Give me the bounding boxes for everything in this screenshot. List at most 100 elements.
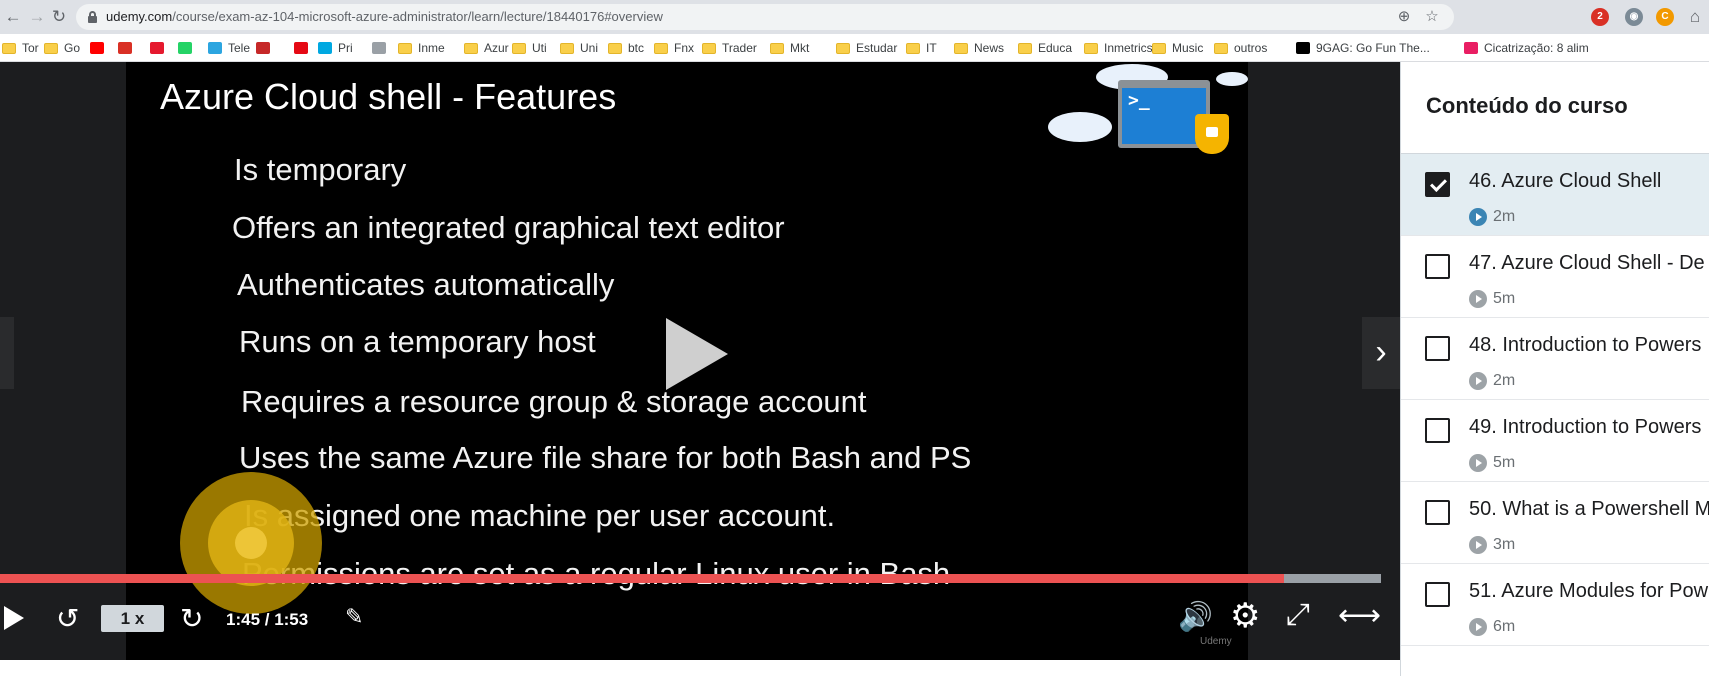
fullscreen-icon[interactable]: ⤢ — [1286, 598, 1310, 632]
bookmark-item[interactable]: Go — [44, 39, 80, 57]
lecture-item[interactable]: 47. Azure Cloud Shell - De 5m — [1401, 236, 1709, 318]
notes-icon[interactable]: ✎ — [345, 604, 363, 630]
folder-icon — [1152, 42, 1166, 54]
address-bar[interactable]: udemy.com/course/exam-az-104-microsoft-a… — [76, 4, 1454, 30]
prime-icon — [318, 42, 332, 54]
folder-icon — [398, 42, 412, 54]
folder-icon — [702, 42, 716, 54]
rewind-icon[interactable]: ↺ — [56, 602, 79, 635]
bookmark-label: Azur — [484, 41, 509, 55]
bookmark-item[interactable]: Inmetrics — [1084, 39, 1153, 57]
reload-icon[interactable]: ↻ — [48, 6, 70, 28]
bookmark-item[interactable] — [372, 39, 392, 57]
bookmark-item[interactable]: Music — [1152, 39, 1203, 57]
next-lecture-button[interactable]: › — [1362, 317, 1400, 389]
bookmark-item[interactable]: Pri — [318, 39, 353, 57]
lecture-item[interactable]: 50. What is a Powershell M 3m — [1401, 482, 1709, 564]
bookmark-item[interactable]: Uti — [512, 39, 547, 57]
bookmark-item[interactable] — [178, 39, 198, 57]
lecture-checkbox[interactable] — [1425, 418, 1450, 443]
lecture-title: 48. Introduction to Powers — [1469, 334, 1702, 356]
lecture-duration: 5m — [1469, 454, 1515, 472]
folder-icon — [770, 42, 784, 54]
bookmark-item[interactable] — [90, 39, 110, 57]
lecture-item[interactable]: 49. Introduction to Powers 5m — [1401, 400, 1709, 482]
bookmark-item[interactable] — [256, 39, 276, 57]
lecture-checkbox[interactable] — [1425, 172, 1450, 197]
playback-speed-button[interactable]: 1 x — [101, 605, 164, 632]
url-path: /course/exam-az-104-microsoft-azure-admi… — [172, 9, 663, 24]
bookmark-item[interactable]: outros — [1214, 39, 1267, 57]
bookmark-item[interactable]: Trader — [702, 39, 757, 57]
volume-icon[interactable]: 🔊 — [1178, 600, 1213, 633]
bookmark-item[interactable]: Fnx — [654, 39, 694, 57]
folder-icon — [954, 42, 968, 54]
course-content-sidebar: Conteúdo do curso 46. Azure Cloud Shell 2… — [1400, 62, 1709, 676]
bookmark-label: Music — [1172, 41, 1204, 55]
bookmark-item[interactable]: btc — [608, 39, 644, 57]
bookmark-item[interactable]: Estudar — [836, 39, 897, 57]
slide-title: Azure Cloud shell - Features — [160, 76, 617, 117]
play-circle-icon — [1469, 372, 1487, 390]
video-player[interactable]: Azure Cloud shell - Features Is temporar… — [0, 62, 1400, 660]
extension-owl-icon[interactable]: ◉ — [1625, 8, 1643, 26]
extension-adblock-icon[interactable]: 2 — [1591, 8, 1609, 26]
telegram-icon — [208, 42, 222, 54]
slide-bullet: Is assigned one machine per user account… — [244, 498, 836, 533]
folder-icon — [1214, 42, 1228, 54]
previous-lecture-button[interactable]: ‹ — [0, 317, 14, 389]
bookmark-item[interactable]: News — [954, 39, 1004, 57]
home-icon[interactable]: ⌂ — [1684, 6, 1706, 28]
lecture-checkbox[interactable] — [1425, 254, 1450, 279]
folder-icon — [560, 42, 574, 54]
settings-gear-icon[interactable]: ⚙ — [1230, 596, 1260, 636]
bookmark-item[interactable]: Tele — [208, 39, 250, 57]
bookmark-item[interactable]: Mkt — [770, 39, 809, 57]
udemy-watermark: Udemy — [1200, 636, 1232, 647]
forward-icon[interactable]: ↻ — [180, 602, 203, 635]
extension-c-icon[interactable]: C — [1656, 8, 1674, 26]
lecture-item[interactable]: 46. Azure Cloud Shell 2m — [1401, 154, 1709, 236]
progress-bar[interactable] — [0, 574, 1381, 583]
bookmark-item[interactable]: Uni — [560, 39, 598, 57]
extension-badge: 2 — [1597, 11, 1603, 22]
bookmark-item[interactable]: Inme — [398, 39, 445, 57]
bookmark-item[interactable] — [150, 39, 170, 57]
sidebar-header: Conteúdo do curso — [1401, 62, 1709, 154]
bookmark-item[interactable] — [294, 39, 314, 57]
bookmark-item[interactable]: Educa — [1018, 39, 1072, 57]
bookmark-label: Estudar — [856, 41, 898, 55]
slide-bullet: Runs on a temporary host — [239, 324, 596, 359]
bookmark-label: Cicatrização: 8 alim — [1484, 41, 1589, 55]
forward-arrow-icon[interactable]: → — [26, 6, 48, 28]
expand-width-icon[interactable]: ⟷ — [1338, 598, 1381, 633]
bookmark-item[interactable]: 9GAG: Go Fun The... — [1296, 39, 1430, 57]
play-overlay-icon[interactable] — [666, 318, 728, 390]
play-icon[interactable] — [4, 606, 24, 630]
bookmark-star-icon[interactable]: ☆ — [1422, 7, 1442, 27]
play-circle-icon — [1469, 454, 1487, 472]
bookmark-item[interactable]: Azur — [464, 39, 509, 57]
bookmark-item[interactable]: Tor — [2, 39, 39, 57]
lecture-item[interactable]: 51. Azure Modules for Pow 6m — [1401, 564, 1709, 646]
security-shield-icon — [1195, 114, 1229, 154]
bookmark-label: Pri — [338, 41, 353, 55]
zoom-icon[interactable]: ⊕ — [1394, 7, 1414, 27]
url-text[interactable]: udemy.com/course/exam-az-104-microsoft-a… — [106, 9, 663, 24]
bookmark-label: btc — [628, 41, 645, 55]
bookmark-item[interactable]: Cicatrização: 8 alim — [1464, 39, 1589, 57]
bookmark-label: Uni — [580, 41, 599, 55]
lecture-title: 51. Azure Modules for Pow — [1469, 580, 1709, 602]
slide-bullet: Requires a resource group & storage acco… — [241, 384, 867, 419]
lecture-item[interactable]: 48. Introduction to Powers 2m — [1401, 318, 1709, 400]
play-circle-icon — [1469, 536, 1487, 554]
back-arrow-icon[interactable]: ← — [2, 6, 24, 28]
bookmark-item[interactable] — [118, 39, 138, 57]
lecture-checkbox[interactable] — [1425, 336, 1450, 361]
bookmark-item[interactable]: IT — [906, 39, 937, 57]
lecture-checkbox[interactable] — [1425, 582, 1450, 607]
slide-bullet: Uses the same Azure file share for both … — [239, 440, 972, 475]
folder-icon — [836, 42, 850, 54]
lecture-checkbox[interactable] — [1425, 500, 1450, 525]
duration-text: 5m — [1493, 454, 1516, 471]
